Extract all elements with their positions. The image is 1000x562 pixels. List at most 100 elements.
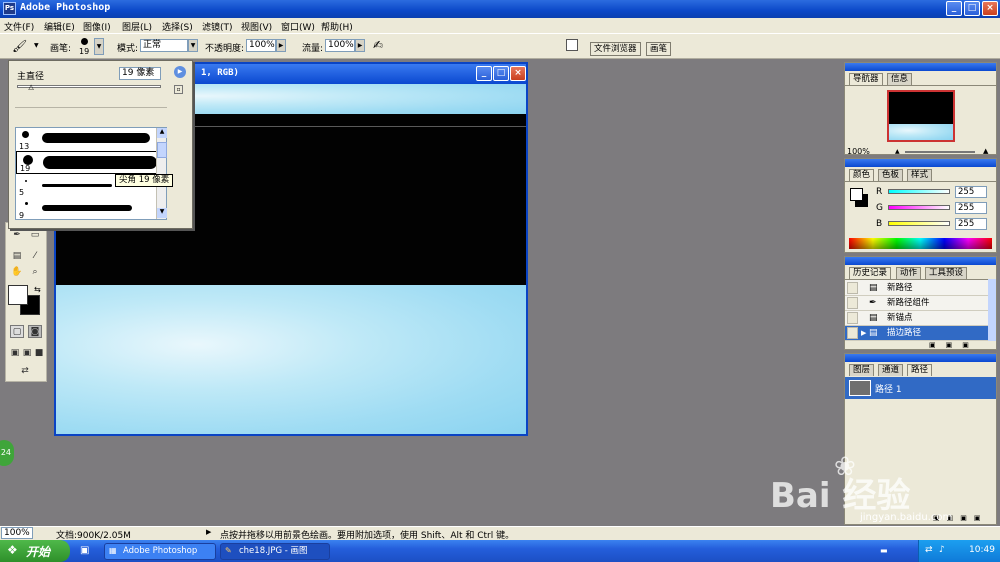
standard-mode-icon[interactable]: ▢ [10, 325, 24, 338]
brush-picker-arrow-icon[interactable]: ▼ [94, 38, 104, 55]
color-fg-swatch[interactable] [850, 188, 863, 201]
master-diameter-field[interactable]: 19 像素 [119, 67, 161, 80]
palette-title-bar[interactable] [845, 257, 996, 265]
doc-maximize-button[interactable]: □ [493, 66, 509, 81]
color-spectrum-bar[interactable] [849, 238, 992, 249]
history-snapshot-checkbox[interactable] [847, 297, 858, 309]
foreground-color-swatch[interactable] [8, 285, 28, 305]
diameter-slider-track[interactable] [17, 85, 161, 88]
brush-preset-row[interactable]: 9 [16, 197, 166, 219]
navigator-zoom-value[interactable]: 100% [847, 147, 870, 156]
menu-select[interactable]: 选择(S) [162, 20, 193, 33]
menu-window[interactable]: 窗口(W) [281, 20, 315, 33]
zoom-tool-icon[interactable]: ⌕ [28, 266, 42, 279]
zoom-out-icon[interactable]: ▲ [895, 148, 900, 155]
palette-title-bar[interactable] [845, 63, 996, 71]
history-item-selected[interactable]: ▶ ▤ 描边路径 [845, 326, 988, 341]
menu-view[interactable]: 视图(V) [241, 20, 272, 33]
close-button[interactable]: × [982, 1, 998, 16]
channel-b-slider[interactable] [888, 221, 950, 226]
screen-mode-full-icon[interactable]: ■ [32, 347, 46, 360]
dock-tab-brushes[interactable]: 画笔 [646, 42, 672, 56]
brush-tool-icon[interactable]: 🖌 [12, 39, 34, 54]
history-snapshot-checkbox[interactable] [847, 327, 858, 339]
zoom-in-icon[interactable]: ▲ [983, 147, 988, 155]
palette-title-bar[interactable] [845, 159, 996, 167]
tab-paths[interactable]: 路径 [907, 364, 933, 376]
history-item[interactable]: ✒ 新路径组件 [845, 296, 988, 311]
status-zoom-field[interactable]: 100% [1, 527, 33, 539]
network-icon[interactable]: ⇄ [925, 545, 933, 555]
history-snapshot-checkbox[interactable] [847, 312, 858, 324]
volume-icon[interactable]: ♪ [939, 545, 945, 555]
save-preset-icon[interactable]: ▫ [174, 85, 183, 94]
menu-help[interactable]: 帮助(H) [321, 20, 353, 33]
channel-r-slider[interactable] [888, 189, 950, 194]
tab-tool-presets[interactable]: 工具预设 [925, 267, 968, 279]
airbrush-icon[interactable]: ✍ [373, 38, 383, 52]
dock-tab-file-browser[interactable]: 文件浏览器 [590, 42, 641, 56]
keyboard-tray-icon[interactable]: ▬ [880, 546, 888, 555]
diameter-slider-thumb[interactable]: △ [28, 83, 35, 92]
clock[interactable]: 10:49 [969, 545, 995, 555]
path-row-selected[interactable]: 路径 1 [845, 377, 996, 399]
scroll-thumb[interactable] [157, 142, 167, 158]
menu-file[interactable]: 文件(F) [4, 20, 34, 33]
tab-styles[interactable]: 样式 [907, 169, 933, 181]
tab-history[interactable]: 历史记录 [849, 267, 892, 279]
palette-title-bar[interactable] [845, 354, 996, 362]
channel-g-slider[interactable] [888, 205, 950, 210]
tab-channels[interactable]: 通道 [878, 364, 904, 376]
hand-tool-icon[interactable]: ✋ [10, 266, 24, 279]
quick-mask-mode-icon[interactable]: ◙ [28, 325, 42, 338]
task-paint[interactable]: che18.JPG - 画图 [220, 543, 330, 560]
canvas-sky-bottom[interactable] [56, 285, 526, 434]
tab-color[interactable]: 颜色 [849, 169, 875, 181]
scroll-up-icon[interactable]: ▲ [157, 128, 167, 138]
opacity-field[interactable]: 100% [246, 39, 276, 52]
start-button[interactable]: ❖ 开始 [0, 540, 70, 562]
status-arrow-icon[interactable]: ▶ [206, 528, 211, 536]
mode-select[interactable]: 正常 [140, 39, 188, 52]
brush-menu-arrow-icon[interactable]: ▶ [174, 66, 186, 78]
zoom-slider[interactable] [905, 151, 975, 153]
rectangle-tool-icon[interactable]: ▭ [28, 229, 42, 242]
show-desktop-icon[interactable]: ▣ [80, 545, 89, 556]
menu-filter[interactable]: 滤镜(T) [202, 20, 233, 33]
history-item[interactable]: ▤ 新路径 [845, 281, 988, 296]
tab-swatches[interactable]: 色板 [878, 169, 904, 181]
channel-b-field[interactable]: 255 [955, 218, 987, 230]
tab-navigator[interactable]: 导航器 [849, 73, 883, 85]
brush-preset-row[interactable]: 13 [16, 128, 166, 151]
tool-preset-arrow-icon[interactable]: ▼ [34, 42, 39, 49]
navigator-thumbnail[interactable] [887, 90, 955, 142]
history-footer-icons[interactable]: ▣▣▣ [929, 341, 979, 349]
tab-info[interactable]: 信息 [887, 73, 913, 85]
notes-tool-icon[interactable]: ▤ [10, 250, 24, 263]
history-snapshot-checkbox[interactable] [847, 282, 858, 294]
eyedropper-tool-icon[interactable]: ⁄ [28, 250, 42, 263]
history-item[interactable]: ▤ 新锚点 [845, 311, 988, 326]
menu-layer[interactable]: 图层(L) [122, 20, 152, 33]
brush-preview[interactable]: 19 [78, 37, 94, 57]
swap-colors-icon[interactable]: ⇆ [34, 285, 41, 294]
doc-minimize-button[interactable]: _ [476, 66, 492, 81]
mode-dropdown-arrow-icon[interactable]: ▼ [188, 39, 198, 52]
brush-preset-row-selected[interactable]: 19 [16, 151, 166, 174]
doc-close-button[interactable]: × [510, 66, 526, 81]
history-scrollbar[interactable] [988, 279, 996, 341]
task-photoshop[interactable]: Adobe Photoshop [104, 543, 216, 560]
channel-r-field[interactable]: 255 [955, 186, 987, 198]
palette-well-icon[interactable] [566, 39, 578, 51]
minimize-button[interactable]: _ [946, 1, 962, 16]
maximize-button[interactable]: □ [964, 1, 980, 16]
channel-g-field[interactable]: 255 [955, 202, 987, 214]
flow-field[interactable]: 100% [325, 39, 355, 52]
flow-arrow-icon[interactable]: ▶ [355, 39, 365, 52]
menu-image[interactable]: 图像(I) [83, 20, 111, 33]
jump-to-imageready-icon[interactable]: ⇄ [10, 365, 40, 378]
pen-tool-icon[interactable]: ✒ [10, 229, 24, 242]
side-badge[interactable]: 24 [0, 440, 14, 466]
tab-layers[interactable]: 图层 [849, 364, 875, 376]
tab-actions[interactable]: 动作 [896, 267, 922, 279]
